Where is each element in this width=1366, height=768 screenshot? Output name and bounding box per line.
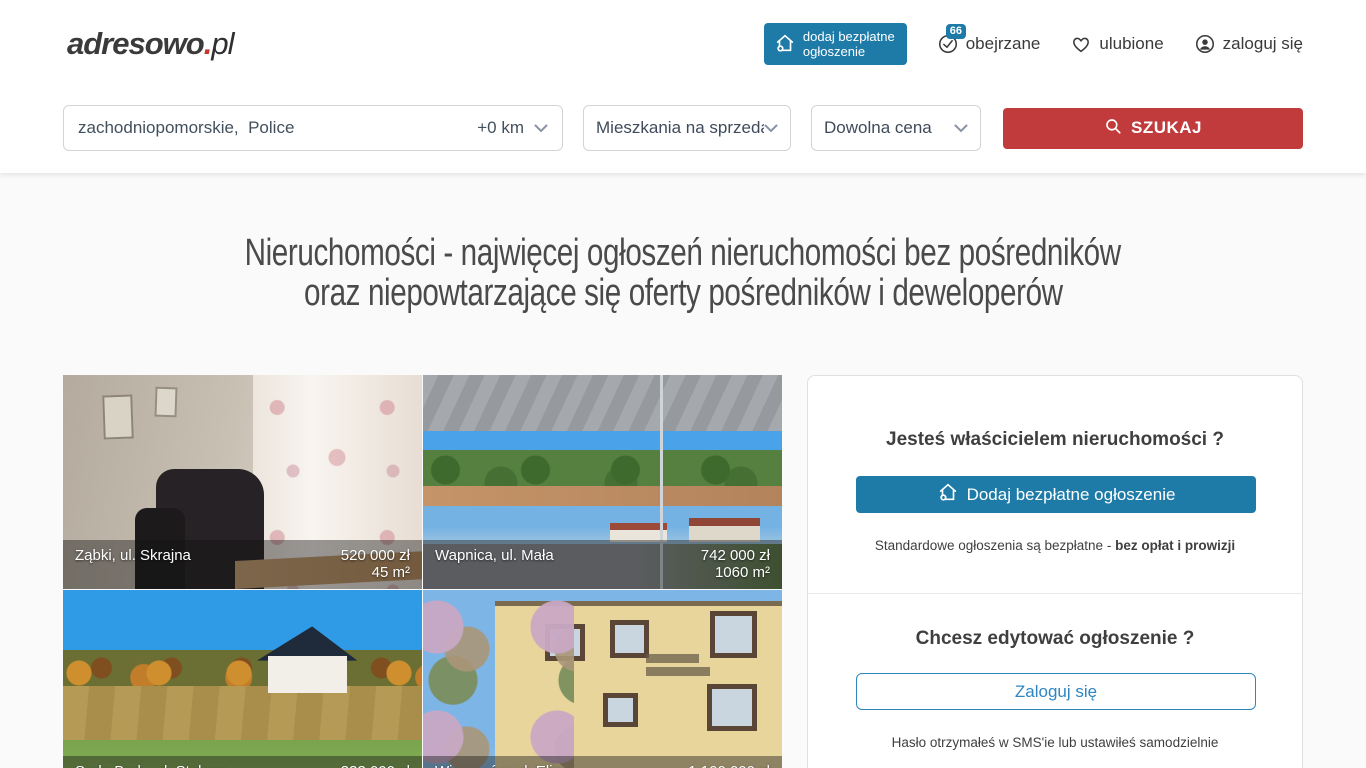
owner-panel-add-section: Jesteś właścicielem nieruchomości ? Doda… [808, 376, 1302, 553]
login-label: zaloguj się [1223, 34, 1303, 54]
viewed-label: obejrzane [966, 34, 1041, 54]
add-free-listing-label: Dodaj bezpłatne ogłoszenie [967, 485, 1176, 505]
user-circle-icon [1194, 33, 1216, 55]
listing-info: Wieruszów, ul. Elizy 1 100 000 zł [423, 756, 782, 768]
logo-main: adresowo [67, 26, 204, 61]
radius-value: +0 km [477, 118, 524, 138]
chevron-down-icon [764, 118, 778, 138]
login-link[interactable]: zaloguj się [1194, 33, 1303, 55]
add-free-listing-button[interactable]: Dodaj bezpłatne ogłoszenie [856, 476, 1256, 513]
viewed-count-badge: 66 [946, 24, 966, 39]
listing-area: 45 m² [372, 564, 410, 581]
listing-price: 742 000 zł [701, 547, 770, 564]
owner-panel-edit-section: Chcesz edytować ogłoszenie ? Zaloguj się… [808, 594, 1302, 750]
logo-suffix: pl [211, 26, 233, 61]
owner-question: Jesteś właścicielem nieruchomości ? [856, 429, 1254, 451]
listing-price: 333 000 zł [341, 763, 410, 768]
favorites-link[interactable]: ulubione [1070, 33, 1163, 55]
listing-photo [63, 590, 422, 768]
free-listing-note: Standardowe ogłoszenia są bezpłatne - be… [856, 538, 1254, 553]
house-plus-icon [774, 32, 796, 57]
logo[interactable]: adresowo.pl [67, 26, 233, 62]
chevron-down-icon [954, 118, 968, 138]
listing-info: Wapnica, ul. Mała 742 000 zł 1060 m² [423, 540, 782, 589]
location-value: zachodniopomorskie, Police [78, 118, 477, 138]
search-button[interactable]: SZUKAJ [1003, 108, 1303, 149]
listing-tile[interactable]: Ząbki, ul. Skrajna 520 000 zł 45 m² [63, 375, 422, 589]
edit-question: Chcesz edytować ogłoszenie ? [856, 628, 1254, 650]
listing-address: Sade Budy, ul. Stalowa [75, 763, 229, 768]
listing-tile[interactable]: Wieruszów, ul. Elizy 1 100 000 zł [423, 590, 782, 768]
listing-info: Sade Budy, ul. Stalowa 333 000 zł [63, 756, 422, 768]
category-select[interactable]: Mieszkania na sprzeda [583, 105, 791, 151]
search-icon [1104, 117, 1122, 140]
listing-price: 520 000 zł [341, 547, 410, 564]
listings-grid: Ząbki, ul. Skrajna 520 000 zł 45 m² Wapn… [63, 375, 782, 768]
owner-panel: Jesteś właścicielem nieruchomości ? Doda… [807, 375, 1303, 768]
price-select[interactable]: Dowolna cena [811, 105, 981, 151]
page-title: Nieruchomości - najwięcej ogłoszeń nieru… [0, 233, 1366, 313]
listing-address: Ząbki, ul. Skrajna [75, 547, 191, 581]
listing-tile[interactable]: Wapnica, ul. Mała 742 000 zł 1060 m² [423, 375, 782, 589]
add-listing-label: dodaj bezpłatne ogłoszenie [803, 29, 895, 59]
header: adresowo.pl dodaj bezpłatne ogłoszenie [0, 0, 1366, 88]
main-content: Ząbki, ul. Skrajna 520 000 zł 45 m² Wapn… [63, 375, 1303, 768]
search-bar: zachodniopomorskie, Police +0 km Mieszka… [0, 88, 1366, 173]
search-button-label: SZUKAJ [1131, 118, 1202, 138]
listing-address: Wieruszów, ul. Elizy [435, 763, 568, 768]
login-button[interactable]: Zaloguj się [856, 673, 1256, 710]
viewed-link[interactable]: 66 obejrzane [937, 33, 1041, 55]
listing-photo [423, 590, 782, 768]
price-value: Dowolna cena [824, 118, 932, 138]
top-chrome: adresowo.pl dodaj bezpłatne ogłoszenie [0, 0, 1366, 173]
listing-info: Ząbki, ul. Skrajna 520 000 zł 45 m² [63, 540, 422, 589]
password-note: Hasło otrzymałeś w SMS'ie lub ustawiłeś … [856, 735, 1254, 750]
favorites-label: ulubione [1099, 34, 1163, 54]
category-value: Mieszkania na sprzeda [596, 118, 764, 138]
location-input[interactable]: zachodniopomorskie, Police +0 km [63, 105, 563, 151]
header-actions: dodaj bezpłatne ogłoszenie 66 obejrzane [764, 23, 1303, 65]
listing-address: Wapnica, ul. Mała [435, 547, 554, 581]
house-plus-icon [937, 481, 959, 508]
radius-select[interactable]: +0 km [477, 118, 548, 138]
heart-icon [1070, 33, 1092, 55]
chevron-down-icon [534, 118, 548, 138]
listing-price: 1 100 000 zł [688, 763, 770, 768]
add-listing-button[interactable]: dodaj bezpłatne ogłoszenie [764, 23, 907, 65]
listing-area: 1060 m² [715, 564, 770, 581]
listing-tile[interactable]: Sade Budy, ul. Stalowa 333 000 zł [63, 590, 422, 768]
